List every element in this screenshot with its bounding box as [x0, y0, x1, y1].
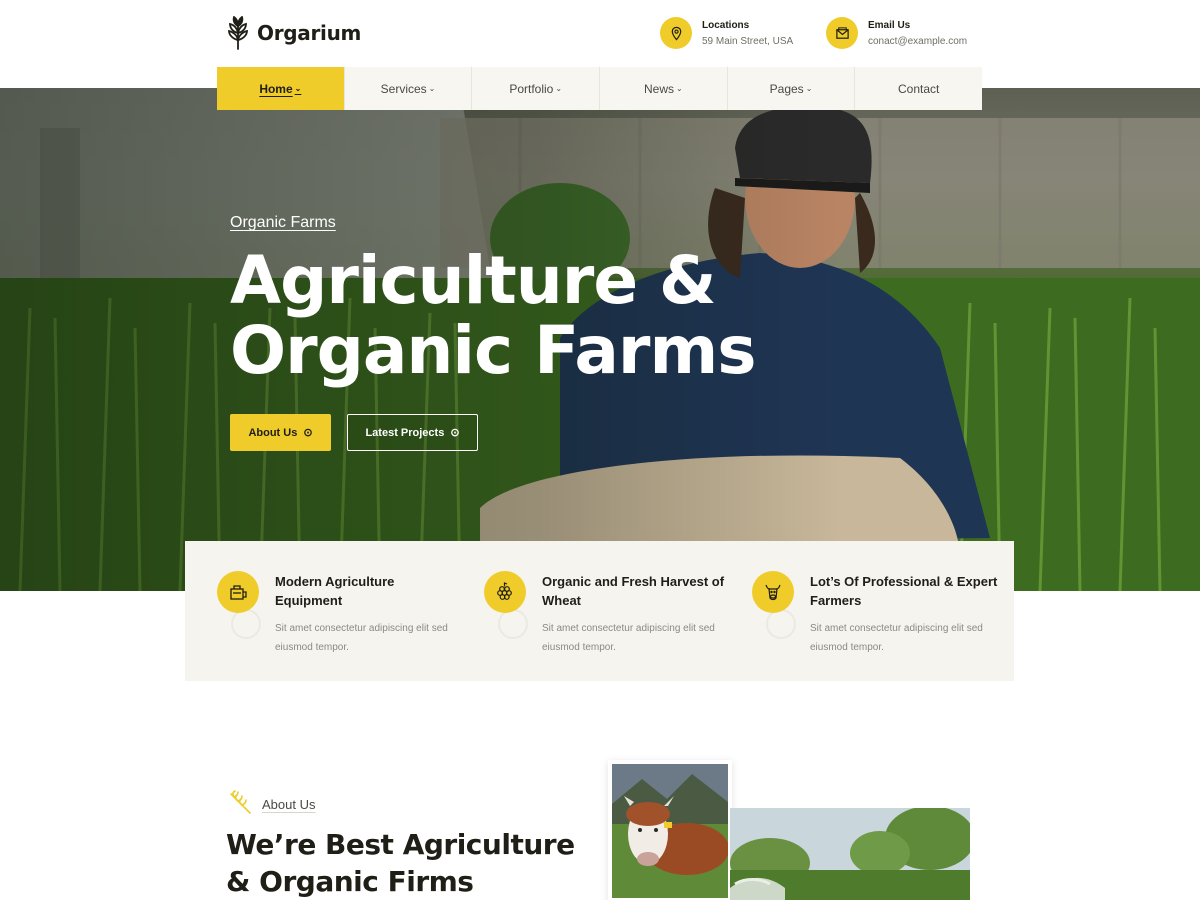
equipment-icon	[217, 571, 259, 613]
hero-tagline-link[interactable]: Organic Farms	[230, 214, 336, 232]
features-panel: Modern Agriculture Equipment Sit amet co…	[185, 541, 1014, 681]
chevron-down-icon: ⌄	[294, 84, 302, 93]
envelope-icon	[826, 17, 858, 49]
nav-item-pages[interactable]: Pages ⌄	[728, 67, 856, 110]
contact-location-title: Locations	[702, 19, 750, 31]
feature-title: Organic and Fresh Harvest of Wheat	[542, 574, 725, 608]
location-pin-icon	[660, 17, 692, 49]
chevron-down-icon: ⌄	[555, 84, 563, 93]
hero-section: Organic Farms Agriculture & Organic Farm…	[0, 88, 1200, 591]
arrow-circle-icon: ⊙	[450, 427, 460, 439]
chevron-down-icon: ⌄	[805, 84, 813, 93]
cow-image	[612, 764, 728, 898]
decorative-ring	[231, 609, 261, 639]
feature-title: Modern Agriculture Equipment	[275, 574, 395, 608]
decorative-ring	[766, 609, 796, 639]
hero-title: Agriculture & Organic Farms	[230, 242, 757, 389]
latest-projects-button-label: Latest Projects	[365, 426, 445, 439]
cow-icon	[752, 571, 794, 613]
field-image	[730, 808, 970, 900]
chevron-down-icon: ⌄	[428, 84, 436, 93]
feature-text: Sit amet consectetur adipiscing elit sed…	[542, 623, 715, 653]
contact-email: Email Us conact@example.com	[826, 17, 967, 49]
latest-projects-button[interactable]: Latest Projects ⊙	[347, 414, 478, 451]
cow-photo	[608, 760, 732, 900]
nav-item-label: Contact	[898, 81, 940, 96]
nav-item-label: Home	[259, 81, 293, 96]
about-title: We’re Best Agriculture & Organic Firms	[226, 828, 575, 898]
chevron-down-icon: ⌄	[676, 84, 683, 93]
about-us-button[interactable]: About Us ⊙	[230, 414, 331, 451]
contact-location: Locations 59 Main Street, USA	[660, 17, 793, 49]
feature-title: Lot’s Of Professional & Expert Farmers	[810, 574, 998, 608]
nav-item-services[interactable]: Services ⌄	[345, 67, 473, 110]
contact-email-value[interactable]: conact@example.com	[868, 36, 967, 47]
nav-item-home[interactable]: Home ⌄	[217, 67, 345, 110]
nav-item-label: Services	[380, 81, 427, 96]
nav-item-portfolio[interactable]: Portfolio ⌄	[472, 67, 601, 110]
grapes-icon	[484, 571, 526, 613]
about-tag-label[interactable]: About Us	[262, 797, 315, 812]
about-tag: About Us	[226, 790, 315, 818]
feature-text: Sit amet consectetur adipiscing elit sed…	[275, 623, 448, 653]
main-nav: Home ⌄ Services ⌄ Portfolio ⌄ News ⌄ Pages ⌄ …	[217, 67, 982, 110]
nav-item-news[interactable]: News ⌄	[600, 67, 728, 110]
field-photo	[730, 808, 970, 900]
nav-item-label: Pages	[769, 81, 804, 96]
about-us-button-label: About Us	[248, 426, 298, 439]
wheat-icon	[228, 16, 248, 50]
contact-location-value: 59 Main Street, USA	[702, 35, 794, 47]
arrow-circle-icon: ⊙	[303, 427, 313, 439]
feature-text: Sit amet consectetur adipiscing elit sed…	[810, 623, 983, 653]
wheat-icon	[230, 790, 251, 814]
nav-item-contact[interactable]: Contact	[855, 67, 982, 110]
brand-name: Orgarium	[257, 21, 362, 45]
decorative-ring	[498, 609, 528, 639]
nav-item-label: News	[643, 81, 674, 96]
contact-email-title: Email Us	[868, 19, 911, 31]
site-logo[interactable]: Orgarium	[225, 16, 361, 50]
nav-item-label: Portfolio	[509, 81, 554, 96]
